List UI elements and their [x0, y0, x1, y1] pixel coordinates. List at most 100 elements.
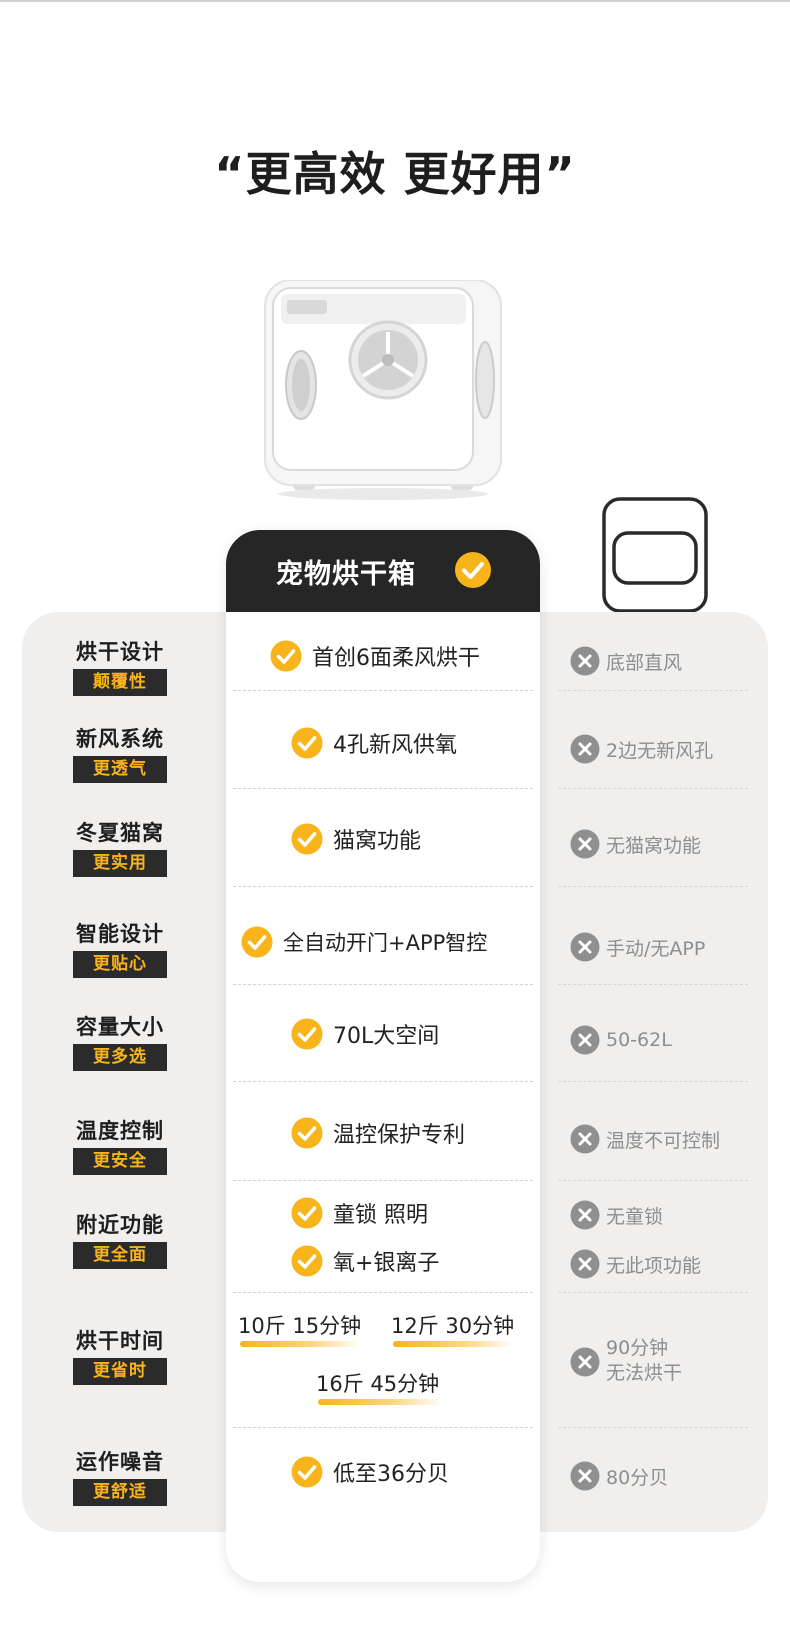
- row-tag: 更贴心: [73, 951, 167, 978]
- product-column-header: 宠物烘干箱: [226, 530, 540, 612]
- row-tag: 更实用: [73, 850, 167, 877]
- row-label: 智能设计 更贴心: [70, 918, 170, 978]
- row-title: 冬夏猫窝: [76, 821, 164, 845]
- row-label: 新风系统 更透气: [70, 723, 170, 783]
- drying-time-item: 16斤 45分钟: [316, 1372, 440, 1396]
- row-label: 容量大小 更多选: [70, 1011, 170, 1071]
- compare-item: 温度不可控制: [570, 1124, 720, 1154]
- compare-item: 底部直风: [570, 646, 682, 676]
- feature-text: 首创6面柔风烘干: [312, 646, 480, 671]
- feature-text: 4孔新风供氧: [333, 733, 457, 758]
- check-icon: [291, 727, 323, 759]
- row-tag: 更多选: [73, 1044, 167, 1071]
- feature-text: 温控保护专利: [333, 1123, 466, 1148]
- feature-item: 温控保护专利: [291, 1117, 465, 1149]
- row-divider: [233, 984, 533, 985]
- row-divider: [558, 690, 748, 691]
- row-title: 容量大小: [76, 1015, 164, 1039]
- row-divider: [558, 1427, 748, 1428]
- check-icon: [455, 552, 491, 588]
- row-title: 温度控制: [76, 1119, 164, 1143]
- cross-icon: [570, 1025, 600, 1055]
- product-column-title: 宠物烘干箱: [276, 559, 416, 590]
- compare-item: 50-62L: [570, 1025, 672, 1055]
- check-icon: [291, 823, 323, 855]
- row-label: 温度控制 更安全: [70, 1115, 170, 1175]
- check-icon: [291, 1245, 323, 1277]
- row-divider: [558, 1180, 748, 1181]
- row-title: 烘干时间: [76, 1329, 164, 1353]
- row-tag: 更全面: [73, 1242, 167, 1269]
- feature-item: 4孔新风供氧: [291, 727, 457, 759]
- feature-text: 70L大空间: [333, 1024, 440, 1049]
- compare-item: 无童锁: [570, 1200, 663, 1230]
- product-column: 宠物烘干箱: [226, 530, 540, 1582]
- cross-icon: [570, 1249, 600, 1279]
- row-divider: [233, 1427, 533, 1428]
- top-divider: [0, 0, 790, 2]
- feature-item: 猫窝功能: [291, 823, 421, 855]
- row-label: 附近功能 更全面: [70, 1209, 170, 1269]
- row-divider: [558, 1081, 748, 1082]
- row-divider: [233, 1292, 533, 1293]
- feature-item: 70L大空间: [291, 1018, 439, 1050]
- drying-time-item: 12斤 30分钟: [391, 1314, 515, 1338]
- row-tag: 更舒适: [73, 1479, 167, 1506]
- row-tag: 更透气: [73, 756, 167, 783]
- pet-dryer-product-image: [264, 280, 502, 500]
- row-title: 运作噪音: [76, 1450, 164, 1474]
- compare-item: 80分贝: [570, 1461, 668, 1491]
- check-icon: [291, 1197, 323, 1229]
- row-label: 冬夏猫窝 更实用: [70, 817, 170, 877]
- row-divider: [558, 886, 748, 887]
- compare-text: 无此项功能: [606, 1254, 702, 1277]
- feature-item: 氧+银离子: [291, 1245, 439, 1277]
- compare-text: 80分贝: [606, 1466, 669, 1489]
- feature-item: 童锁 照明: [291, 1197, 428, 1229]
- feature-text: 低至36分贝: [333, 1462, 449, 1487]
- row-divider: [233, 690, 533, 691]
- feature-item: 低至36分贝: [291, 1456, 449, 1488]
- cross-icon: [570, 734, 600, 764]
- check-icon: [291, 1117, 323, 1149]
- row-tag: 更安全: [73, 1148, 167, 1175]
- feature-item: 首创6面柔风烘干: [270, 640, 480, 672]
- compare-text: 90分钟 无法烘干: [606, 1336, 682, 1386]
- cross-icon: [570, 1124, 600, 1154]
- row-title: 智能设计: [76, 922, 164, 946]
- check-icon: [270, 640, 302, 672]
- row-tag: 更省时: [73, 1358, 167, 1385]
- row-divider: [233, 1081, 533, 1082]
- compare-item: 无猫窝功能: [570, 829, 701, 859]
- feature-text: 全自动开门+APP智控: [283, 931, 488, 955]
- row-divider: [558, 788, 748, 789]
- compare-line: 90分钟: [606, 1337, 669, 1359]
- compare-item: 无此项功能: [570, 1249, 701, 1279]
- compare-line: 无法烘干: [606, 1362, 683, 1384]
- row-label: 烘干时间 更省时: [70, 1325, 170, 1385]
- row-label: 烘干设计 颠覆性: [70, 636, 170, 696]
- cross-icon: [570, 829, 600, 859]
- row-divider: [233, 788, 533, 789]
- headline: “更高效 更好用”: [214, 147, 576, 201]
- row-divider: [233, 886, 533, 887]
- compare-text: 底部直风: [606, 651, 683, 674]
- compare-item: 2边无新风孔: [570, 734, 713, 764]
- drying-time-bar: [393, 1341, 513, 1347]
- row-title: 烘干设计: [76, 640, 164, 664]
- feature-text: 童锁 照明: [333, 1203, 428, 1228]
- other-product-icon: [602, 497, 708, 613]
- compare-text: 无童锁: [606, 1205, 664, 1228]
- check-icon: [241, 926, 273, 958]
- check-icon: [291, 1456, 323, 1488]
- row-title: 新风系统: [76, 727, 164, 751]
- row-label: 运作噪音 更舒适: [70, 1446, 170, 1506]
- row-divider: [558, 984, 748, 985]
- drying-time-bar: [318, 1399, 443, 1405]
- row-divider: [558, 1292, 748, 1293]
- row-divider: [233, 1180, 533, 1181]
- feature-item: 全自动开门+APP智控: [241, 926, 487, 958]
- compare-text: 无猫窝功能: [606, 834, 702, 857]
- compare-text: 50-62L: [606, 1029, 672, 1051]
- compare-text: 温度不可控制: [606, 1129, 721, 1152]
